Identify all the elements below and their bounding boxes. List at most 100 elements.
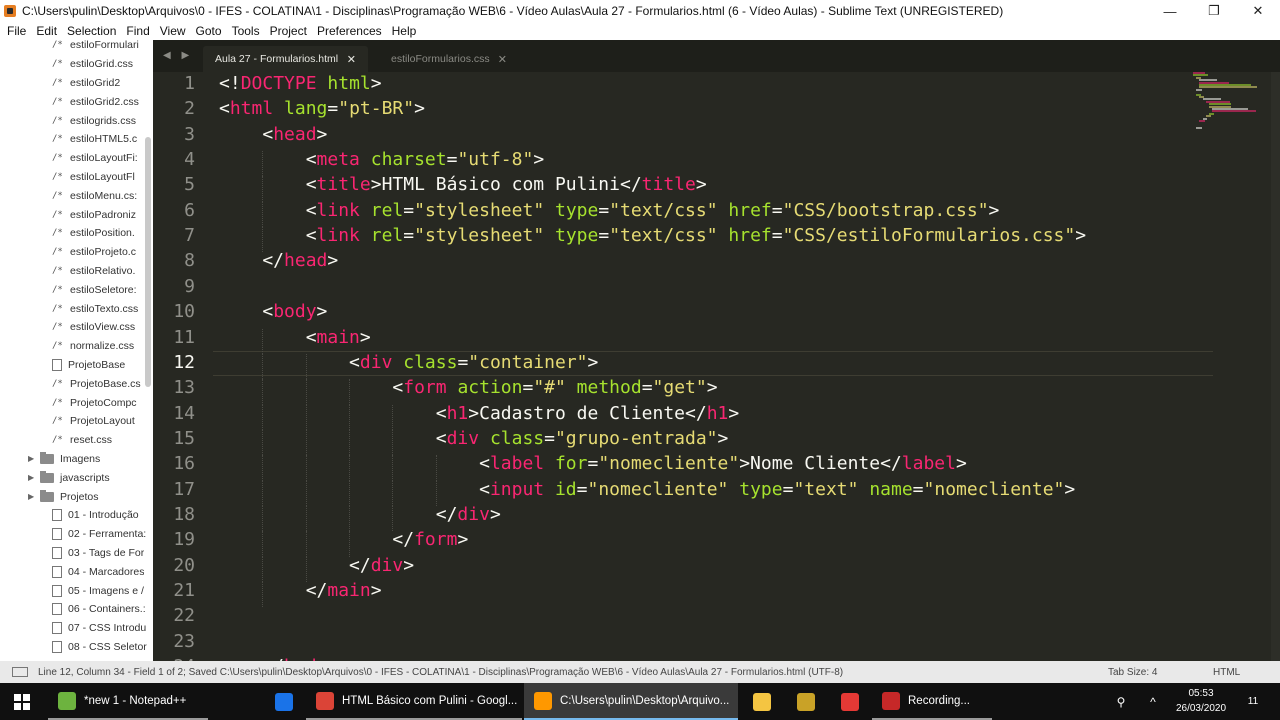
sidebar-file[interactable]: /* estilogrids.css bbox=[52, 111, 136, 130]
sidebar-file[interactable]: /* estiloTexto.css bbox=[52, 299, 138, 318]
tab-label: estiloFormularios.css bbox=[391, 53, 490, 65]
code-token: >HTML Básico com Pulini</ bbox=[370, 174, 642, 196]
sidebar-file[interactable]: /* estiloMenu.cs: bbox=[52, 186, 137, 205]
sidebar-file[interactable]: ProjetoBase bbox=[52, 356, 125, 375]
code-token: form bbox=[403, 377, 447, 399]
expand-arrow-icon[interactable]: ▶ bbox=[28, 473, 38, 482]
menu-view[interactable]: View bbox=[155, 24, 191, 38]
indent-guide bbox=[262, 455, 264, 481]
sidebar-file[interactable]: 01 - Introdução bbox=[52, 506, 139, 525]
tab-close-icon[interactable]: ✕ bbox=[347, 53, 356, 66]
tray-expand-icon[interactable]: ^ bbox=[1143, 683, 1163, 720]
code-token: = bbox=[598, 225, 610, 247]
editor-scrollbar[interactable] bbox=[1271, 72, 1280, 661]
sidebar-file[interactable]: 05 - Imagens e / bbox=[52, 581, 144, 600]
sidebar-file[interactable]: /* estiloView.css bbox=[52, 318, 135, 337]
css-file-icon: /* bbox=[52, 209, 63, 220]
sidebar-file[interactable]: /* estiloPosition. bbox=[52, 224, 135, 243]
menu-help[interactable]: Help bbox=[387, 24, 422, 38]
taskbar-app-recording[interactable]: Recording... bbox=[872, 683, 992, 720]
sidebar-scrollbar[interactable] bbox=[145, 137, 151, 387]
notification-icon[interactable]: 11 bbox=[1242, 683, 1264, 720]
sidebar-file[interactable]: /* ProjetoLayout bbox=[52, 412, 135, 431]
sidebar-file[interactable]: 07 - CSS Introdu bbox=[52, 619, 146, 638]
line-number: 1 bbox=[184, 73, 195, 94]
sidebar-folder[interactable]: ▶ Projetos bbox=[28, 487, 99, 506]
minimize-button[interactable]: — bbox=[1148, 0, 1192, 22]
status-bar: Line 12, Column 34 - Field 1 of 2; Saved… bbox=[0, 661, 1280, 683]
sidebar-file[interactable]: /* estiloPadroniz bbox=[52, 205, 136, 224]
sidebar-file[interactable]: /* estiloLayoutFi: bbox=[52, 149, 138, 168]
taskbar-app-dx[interactable] bbox=[828, 683, 872, 720]
maximize-button[interactable]: ❐ bbox=[1192, 0, 1236, 22]
sidebar-file[interactable]: /* estiloGrid2.css bbox=[52, 92, 139, 111]
close-button[interactable]: ✕ bbox=[1236, 0, 1280, 22]
clock-time: 05:53 bbox=[1188, 688, 1214, 699]
sidebar-item-label: estiloTexto.css bbox=[70, 302, 139, 315]
sidebar-file[interactable]: /* estiloHTML5.c bbox=[52, 130, 137, 149]
taskbar-app-sublime[interactable]: C:\Users\pulin\Desktop\Arquivo... bbox=[524, 683, 738, 720]
sidebar-item-label: estiloHTML5.c bbox=[70, 133, 138, 146]
sidebar-folder[interactable]: ▶ Imagens bbox=[28, 450, 100, 469]
sidebar-file[interactable]: 06 - Containers.: bbox=[52, 600, 146, 619]
sidebar-file[interactable]: /* estiloFormulari bbox=[52, 40, 139, 55]
sidebar-file[interactable]: 04 - Marcadores bbox=[52, 562, 144, 581]
code-editor[interactable]: 123456789101112131415161718192021222324 … bbox=[153, 72, 1280, 661]
taskbar-app-edge[interactable] bbox=[262, 683, 306, 720]
sidebar-file[interactable]: /* reset.css bbox=[52, 431, 112, 450]
menu-project[interactable]: Project bbox=[265, 24, 312, 38]
indent-guide bbox=[305, 379, 307, 405]
code-token: = bbox=[403, 199, 415, 221]
minimap[interactable] bbox=[1193, 72, 1263, 132]
tab-close-icon[interactable]: ✕ bbox=[498, 53, 507, 66]
sidebar-folder[interactable]: ▶ javascripts bbox=[28, 468, 110, 487]
line-number-gutter: 123456789101112131415161718192021222324 bbox=[153, 72, 213, 661]
taskbar-app-explorer[interactable] bbox=[740, 683, 784, 720]
menu-goto[interactable]: Goto bbox=[191, 24, 227, 38]
sidebar-item-label: javascripts bbox=[60, 471, 110, 484]
syntax-selector[interactable]: HTML bbox=[1213, 667, 1240, 678]
sidebar-file[interactable]: 08 - CSS Seletor bbox=[52, 638, 147, 657]
sidebar-file[interactable]: /* estiloGrid2 bbox=[52, 74, 120, 93]
code-token: link bbox=[316, 225, 360, 247]
menu-preferences[interactable]: Preferences bbox=[312, 24, 387, 38]
menu-file[interactable]: File bbox=[2, 24, 31, 38]
expand-arrow-icon[interactable]: ▶ bbox=[28, 454, 38, 463]
expand-arrow-icon[interactable]: ▶ bbox=[28, 492, 38, 501]
sidebar-file[interactable]: /* estiloProjeto.c bbox=[52, 243, 136, 262]
sidebar-file[interactable]: /* estiloSeletore: bbox=[52, 280, 137, 299]
code-token: > bbox=[955, 453, 967, 475]
start-button[interactable] bbox=[0, 683, 44, 720]
code-token: div bbox=[446, 427, 480, 449]
sidebar-file[interactable]: /* ProjetoBase.cs bbox=[52, 374, 141, 393]
sidebar-file[interactable]: /* estiloRelativo. bbox=[52, 262, 135, 281]
menu-find[interactable]: Find bbox=[121, 24, 154, 38]
sidebar-file[interactable]: /* estiloLayoutFl bbox=[52, 168, 135, 187]
menu-selection[interactable]: Selection bbox=[62, 24, 121, 38]
code-token: DOCTYPE bbox=[240, 73, 317, 94]
folder-icon bbox=[40, 470, 54, 483]
indent-guide bbox=[305, 480, 307, 506]
code-token: "CSS/estiloFormularios.css" bbox=[782, 225, 1076, 247]
taskbar-app-chrome[interactable]: HTML Básico com Pulini - Googl... bbox=[306, 683, 522, 720]
folder-icon bbox=[40, 489, 54, 502]
sidebar-item-label: estiloGrid2 bbox=[70, 76, 121, 89]
person-icon[interactable]: ⚲ bbox=[1110, 683, 1132, 720]
menu-tools[interactable]: Tools bbox=[227, 24, 265, 38]
sidebar-file[interactable]: /* normalize.css bbox=[52, 337, 134, 356]
sidebar-file[interactable]: /* ProjetoCompc bbox=[52, 393, 137, 412]
taskbar-app-7zip[interactable] bbox=[784, 683, 828, 720]
menu-edit[interactable]: Edit bbox=[31, 24, 62, 38]
sidebar-file[interactable]: 03 - Tags de For bbox=[52, 544, 144, 563]
tab-size-selector[interactable]: Tab Size: 4 bbox=[1108, 667, 1157, 678]
tab-estilo-formularios[interactable]: estiloFormularios.css ✕ bbox=[379, 46, 519, 72]
panel-toggle-icon[interactable] bbox=[12, 667, 28, 677]
taskbar-app-notepadpp[interactable]: *new 1 - Notepad++ bbox=[48, 683, 208, 720]
tab-aula-27-formularios[interactable]: Aula 27 - Formularios.html ✕ bbox=[203, 46, 368, 72]
taskbar-clock[interactable]: 05:53 26/03/2020 bbox=[1166, 686, 1236, 716]
sidebar-file[interactable]: /* estiloGrid.css bbox=[52, 55, 133, 74]
tab-nav-arrows[interactable]: ◀ ▶ bbox=[163, 50, 193, 61]
sidebar-file[interactable]: 02 - Ferramenta: bbox=[52, 525, 146, 544]
